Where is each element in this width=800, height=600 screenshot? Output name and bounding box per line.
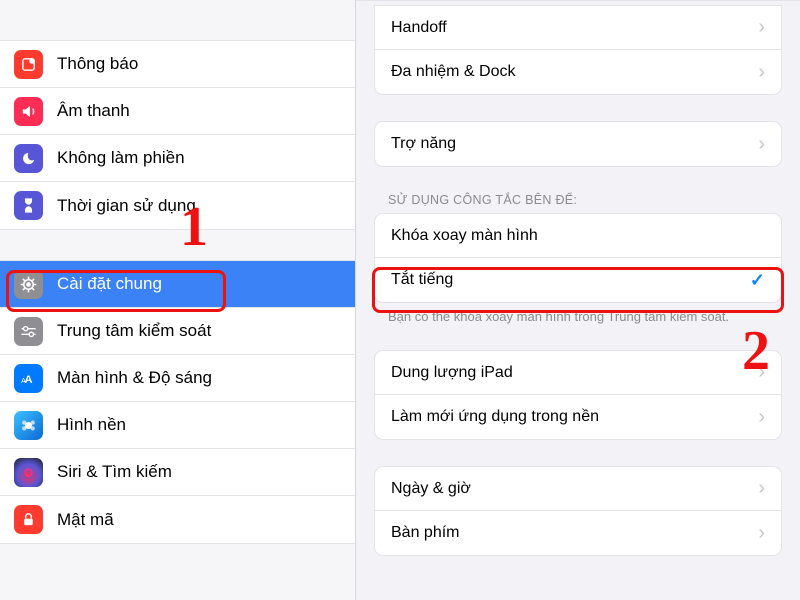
passcode-icon: [14, 505, 43, 534]
notifications-icon: [14, 50, 43, 79]
chevron-right-icon: ›: [758, 361, 765, 384]
sidebar-item-passcode[interactable]: Mật mã: [0, 496, 355, 543]
checkmark-icon: ✓: [750, 270, 765, 291]
sidebar-group-2: Cài đặt chung Trung tâm kiểm soát AA Màn…: [0, 260, 355, 544]
detail-row-keyboard[interactable]: Bàn phím ›: [375, 511, 781, 555]
detail-row-multitasking[interactable]: Đa nhiệm & Dock ›: [375, 50, 781, 94]
chevron-right-icon: ›: [758, 16, 765, 39]
sidebar-item-screentime[interactable]: Thời gian sử dụng: [0, 182, 355, 229]
sidebar-item-dnd[interactable]: Không làm phiền: [0, 135, 355, 182]
sidebar-item-sound[interactable]: Âm thanh: [0, 88, 355, 135]
section-datetime: Ngày & giờ › Bàn phím ›: [374, 466, 782, 556]
row-label: Trợ năng: [391, 135, 456, 153]
chevron-right-icon: ›: [758, 522, 765, 545]
detail-row-mute[interactable]: Tắt tiếng ✓: [375, 258, 781, 302]
sidebar-label: Cài đặt chung: [57, 274, 162, 294]
sidebar-label: Thông báo: [57, 54, 138, 74]
row-label: Làm mới ứng dụng trong nền: [391, 408, 599, 426]
sidebar-label: Hình nền: [57, 415, 126, 435]
control-center-icon: [14, 317, 43, 346]
section-handoff: Handoff › Đa nhiệm & Dock ›: [374, 5, 782, 95]
detail-row-background-refresh[interactable]: Làm mới ứng dụng trong nền ›: [375, 395, 781, 439]
detail-row-rotation-lock[interactable]: Khóa xoay màn hình: [375, 214, 781, 258]
row-label: Tắt tiếng: [391, 271, 453, 289]
sidebar-label: Thời gian sử dụng: [57, 196, 196, 216]
sidebar-item-general[interactable]: Cài đặt chung: [0, 261, 355, 308]
chevron-right-icon: ›: [758, 133, 765, 156]
sidebar-label: Mật mã: [57, 510, 114, 530]
sidebar-item-siri[interactable]: Siri & Tìm kiếm: [0, 449, 355, 496]
sidebar-label: Siri & Tìm kiếm: [57, 462, 172, 482]
sidebar-item-wallpaper[interactable]: Hình nền: [0, 402, 355, 449]
detail-row-date-time[interactable]: Ngày & giờ ›: [375, 467, 781, 511]
row-label: Ngày & giờ: [391, 480, 471, 498]
sidebar-spacer: [0, 230, 355, 260]
row-label: Handoff: [391, 19, 447, 37]
detail-row-handoff[interactable]: Handoff ›: [375, 6, 781, 50]
display-icon: AA: [14, 364, 43, 393]
row-label: Bàn phím: [391, 524, 459, 542]
section-header-side-switch: SỬ DỤNG CÔNG TẮC BÊN ĐỂ:: [388, 193, 782, 207]
screentime-icon: [14, 191, 43, 220]
sidebar-item-display[interactable]: AA Màn hình & Độ sáng: [0, 355, 355, 402]
sidebar-group-1: Thông báo Âm thanh Không làm phiền Thời …: [0, 40, 355, 230]
section-accessibility: Trợ năng ›: [374, 121, 782, 167]
detail-row-storage[interactable]: Dung lượng iPad ›: [375, 351, 781, 395]
settings-sidebar: Thông báo Âm thanh Không làm phiền Thời …: [0, 0, 356, 600]
chevron-right-icon: ›: [758, 406, 765, 429]
svg-text:A: A: [21, 376, 26, 384]
sound-icon: [14, 97, 43, 126]
sidebar-label: Không làm phiền: [57, 148, 185, 168]
row-label: Đa nhiệm & Dock: [391, 63, 516, 81]
row-label: Dung lượng iPad: [391, 364, 513, 382]
sidebar-label: Trung tâm kiểm soát: [57, 321, 211, 341]
wallpaper-icon: [14, 411, 43, 440]
dnd-icon: [14, 144, 43, 173]
section-side-switch: Khóa xoay màn hình Tắt tiếng ✓: [374, 213, 782, 303]
chevron-right-icon: ›: [758, 61, 765, 84]
settings-detail-general: Handoff › Đa nhiệm & Dock › Trợ năng › S…: [356, 0, 800, 600]
sidebar-item-control-center[interactable]: Trung tâm kiểm soát: [0, 308, 355, 355]
row-label: Khóa xoay màn hình: [391, 227, 538, 245]
sidebar-label: Màn hình & Độ sáng: [57, 368, 212, 388]
chevron-right-icon: ›: [758, 477, 765, 500]
sidebar-label: Âm thanh: [57, 101, 130, 121]
section-storage: Dung lượng iPad › Làm mới ứng dụng trong…: [374, 350, 782, 440]
sidebar-gap: [0, 0, 355, 40]
section-footer-side-switch: Bạn có thể khóa xoay màn hình trong Trun…: [388, 309, 782, 324]
sidebar-item-notifications[interactable]: Thông báo: [0, 41, 355, 88]
siri-icon: [14, 458, 43, 487]
general-icon: [14, 270, 43, 299]
detail-row-accessibility[interactable]: Trợ năng ›: [375, 122, 781, 166]
